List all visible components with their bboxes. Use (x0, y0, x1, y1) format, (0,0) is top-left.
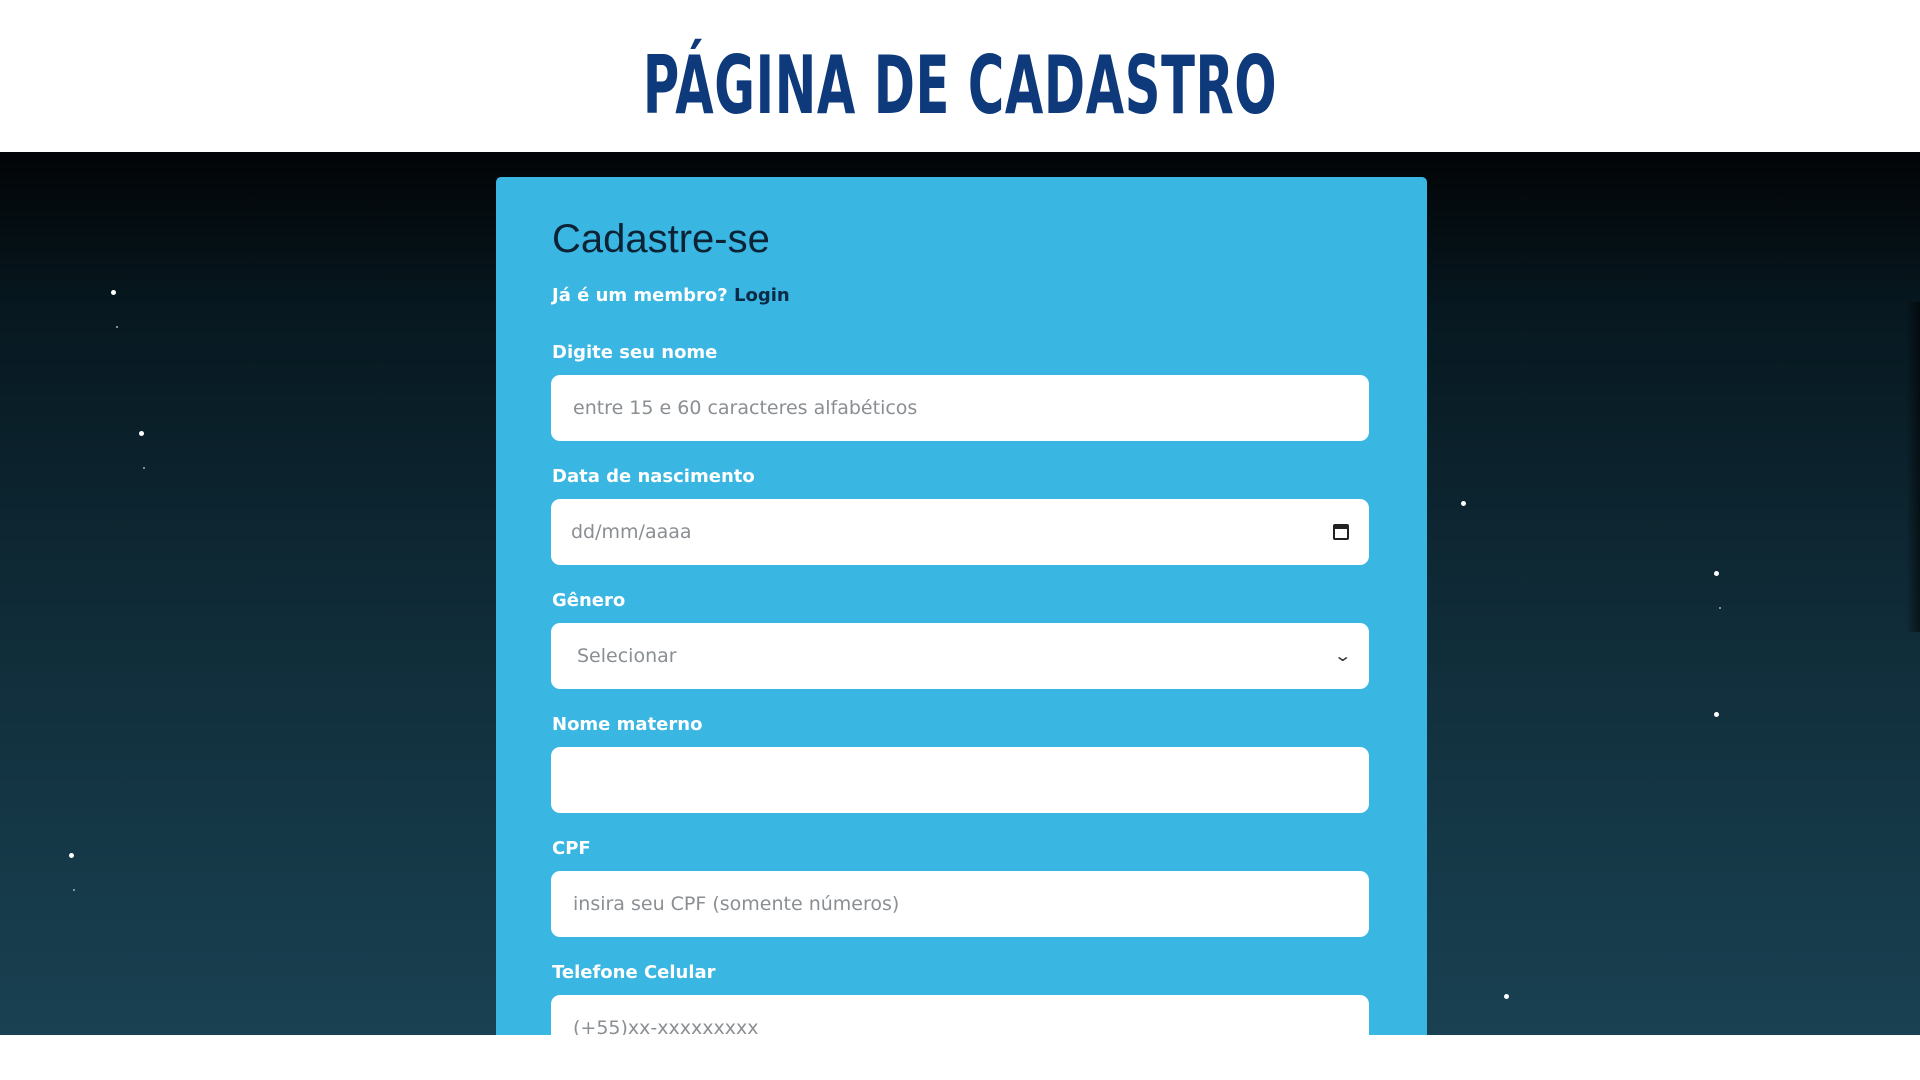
cpf-input[interactable] (571, 870, 1349, 938)
phone-input[interactable] (571, 994, 1349, 1035)
name-label: Digite seu nome (552, 342, 718, 363)
signup-page-screenshot: Cadastre-se Já é um membro? Login Digite… (0, 152, 1920, 1035)
star (111, 290, 116, 295)
gender-select[interactable]: Selecionar ⌄ (551, 623, 1369, 689)
chevron-down-icon[interactable]: ⌄ (1333, 646, 1352, 666)
star (69, 853, 74, 858)
star (143, 467, 145, 469)
name-field-box[interactable] (551, 374, 1369, 442)
mother-name-label: Nome materno (552, 714, 703, 735)
mother-name-field-box[interactable] (551, 746, 1369, 814)
birthdate-label: Data de nascimento (552, 466, 755, 487)
phone-field-box[interactable] (551, 994, 1369, 1035)
slide-title: PÁGINA DE CADASTRO (642, 39, 1278, 132)
signup-form-card: Cadastre-se Já é um membro? Login Digite… (496, 177, 1427, 1035)
cpf-field-box[interactable] (551, 870, 1369, 938)
star (1461, 501, 1466, 506)
star (1504, 994, 1509, 999)
login-link[interactable]: Login (734, 285, 790, 306)
birthdate-placeholder: dd/mm/aaaa (571, 521, 692, 543)
star (1714, 712, 1719, 717)
cpf-label: CPF (552, 838, 591, 859)
mother-name-input[interactable] (571, 746, 1349, 814)
phone-label: Telefone Celular (552, 962, 716, 983)
star (73, 889, 75, 891)
member-prompt: Já é um membro? (552, 285, 728, 306)
edge-shadow (1906, 302, 1920, 632)
calendar-icon[interactable] (1333, 524, 1349, 540)
gender-label: Gênero (552, 590, 626, 611)
member-line: Já é um membro? Login (552, 285, 790, 306)
name-input[interactable] (571, 374, 1349, 442)
form-heading: Cadastre-se (552, 217, 770, 261)
star (1719, 607, 1721, 609)
gender-selected-value: Selecionar (577, 645, 677, 667)
star (116, 326, 118, 328)
star (1714, 571, 1719, 576)
birthdate-field[interactable]: dd/mm/aaaa (551, 499, 1369, 565)
star (139, 431, 144, 436)
